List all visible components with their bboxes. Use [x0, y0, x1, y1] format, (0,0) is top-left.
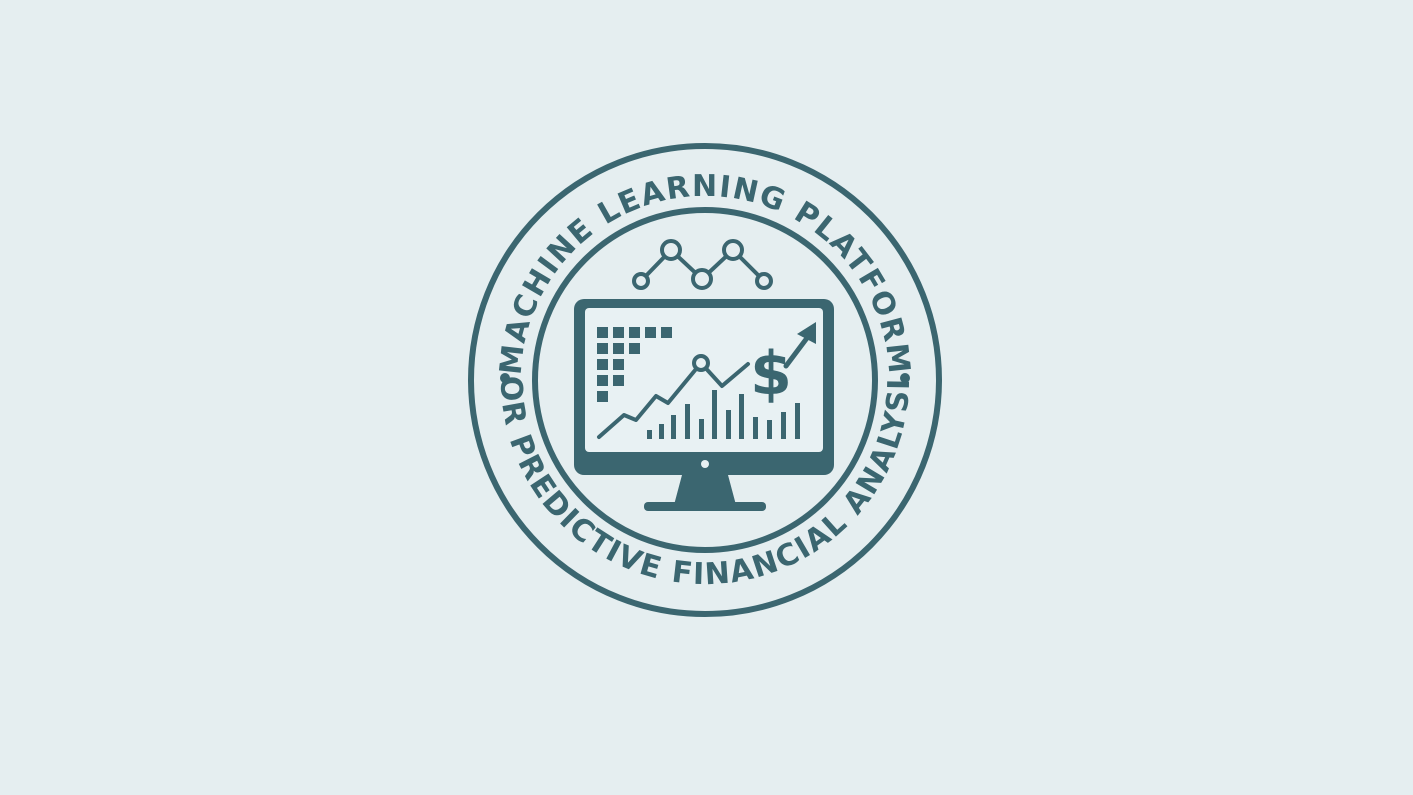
ring-text-bottom-path: FOR PREDICTIVE FINANCIAL ANALYSIS [0, 0, 916, 592]
separator-dot-right [900, 373, 910, 383]
ring-text-bottom: FOR PREDICTIVE FINANCIAL ANALYSIS [0, 0, 917, 592]
separator-dot-left [500, 373, 510, 383]
connected-nodes-icon [632, 239, 773, 290]
page: MACHINE LEARNING PLATFORM FOR PREDICTIVE… [0, 0, 1413, 795]
dollar-sign-icon: $ [750, 339, 792, 409]
logo-emblem: MACHINE LEARNING PLATFORM FOR PREDICTIVE… [0, 0, 942, 617]
